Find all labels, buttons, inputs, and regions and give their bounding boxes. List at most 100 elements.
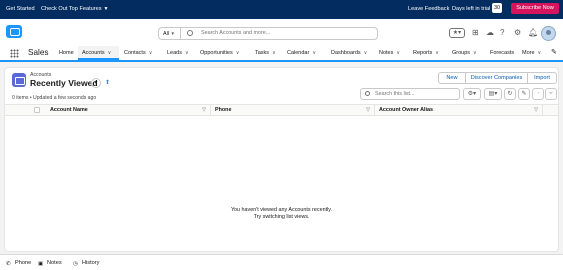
leave-feedback-link[interactable]: Leave Feedback <box>408 6 449 12</box>
nav-item-label: Forecasts <box>490 50 515 56</box>
column-label: Account Owner Alias <box>379 107 434 113</box>
refresh-icon[interactable]: ↻ <box>504 88 516 100</box>
empty-state-message: You haven't viewed any Accounts recently… <box>230 207 333 213</box>
chevron-down-icon[interactable]: ∨ <box>396 50 400 56</box>
utility-history-label: History <box>82 260 100 266</box>
get-started-link[interactable]: Get Started <box>6 6 35 12</box>
nav-item-label: Accounts <box>82 50 105 56</box>
trailhead-icon[interactable]: ☁ <box>486 28 494 38</box>
select-all-checkbox[interactable] <box>34 107 40 113</box>
nav-item-calendar[interactable]: Calendar ∨ <box>283 46 326 60</box>
utility-history[interactable]: ◷ History <box>73 260 99 267</box>
gear-icon[interactable]: ⚙ <box>514 28 521 38</box>
column-header-owner-alias[interactable]: Account Owner Alias ▽ <box>375 105 543 115</box>
history-icon: ◷ <box>73 261 78 267</box>
days-left-badge: 30 <box>492 3 502 13</box>
nav-item-label: Reports <box>413 50 433 56</box>
utility-notes[interactable]: ▣ Notes <box>38 260 62 267</box>
nav-item-home[interactable]: Home <box>55 46 77 60</box>
nav-item-leads[interactable]: Leads ∨ <box>163 46 195 60</box>
chevron-down-icon[interactable]: ∨ <box>108 50 112 56</box>
column-header-phone[interactable]: Phone ▽ <box>211 105 375 115</box>
global-search[interactable]: All ▼ Search Accounts and more... <box>158 27 378 40</box>
search-icon <box>187 30 193 36</box>
list-view-picker-icon[interactable]: ▼ <box>91 78 101 88</box>
chevron-down-icon[interactable]: ∨ <box>236 50 240 56</box>
chevron-down-icon[interactable]: ▽ <box>534 105 538 115</box>
help-icon[interactable]: ? <box>500 28 504 38</box>
nav-item-label: Home <box>59 50 74 56</box>
pin-icon[interactable]: ⬆ <box>105 79 110 86</box>
nav-item-reports[interactable]: Reports ∨ <box>409 46 447 60</box>
discover-companies-button[interactable]: Discover Companies <box>465 72 528 84</box>
list-search[interactable]: Search this list... <box>360 88 460 100</box>
subscribe-button[interactable]: Subscribe Now <box>511 3 559 14</box>
chevron-down-icon: ▼ <box>103 6 109 12</box>
table-header: Account Name ▽ Phone ▽ Account Owner Alias… <box>5 104 558 116</box>
chevron-down-icon[interactable]: ∨ <box>473 50 477 56</box>
display-as-table-icon[interactable]: ▤▾ <box>484 88 502 100</box>
filter-icon[interactable]: ⏷ <box>545 88 557 100</box>
edit-pencil-icon[interactable]: ✎ <box>518 88 530 100</box>
column-label: Account Name <box>50 107 88 113</box>
nav-item-more[interactable]: More ∨ <box>518 46 546 60</box>
chevron-down-icon[interactable]: ▽ <box>366 105 370 115</box>
edit-nav-icon[interactable]: ✎ <box>551 46 557 60</box>
app-name: Sales <box>28 48 49 57</box>
utility-phone[interactable]: ✆ Phone <box>6 260 31 267</box>
nav-item-tasks[interactable]: Tasks ∨ <box>251 46 282 60</box>
list-settings-gear-icon[interactable]: ⚙▾ <box>463 88 481 100</box>
app-launcher-icon[interactable] <box>10 49 19 58</box>
search-scope-label: All <box>163 31 169 37</box>
nav-item-accounts[interactable]: Accounts ∨ <box>78 46 119 60</box>
top-features-menu[interactable]: Check Out Top Features ▼ <box>41 6 108 12</box>
chevron-down-icon[interactable]: ∨ <box>312 50 316 56</box>
nav-item-label: Opportunities <box>200 50 233 56</box>
utility-bar: ✆ Phone ▣ Notes ◷ History <box>0 254 563 270</box>
nav-item-label: Leads <box>167 50 182 56</box>
nav-item-label: Contacts <box>124 50 146 56</box>
chevron-down-icon[interactable]: ∨ <box>364 50 368 56</box>
nav-item-label: More <box>522 50 535 56</box>
nav-item-label: Calendar <box>287 50 310 56</box>
empty-state-hint: Try switching list views. <box>253 214 310 220</box>
chevron-down-icon[interactable]: ∨ <box>538 50 542 56</box>
chevron-down-icon: ▼ <box>170 31 175 36</box>
new-button[interactable]: New <box>438 72 466 84</box>
list-meta: 0 items • Updated a few seconds ago <box>12 95 97 101</box>
empty-state: You haven't viewed any Accounts recently… <box>5 207 558 221</box>
column-label: Phone <box>215 107 232 113</box>
search-icon <box>365 91 370 96</box>
list-view-name[interactable]: Recently Viewed <box>30 78 98 88</box>
nav-item-notes[interactable]: Notes ∨ <box>375 46 408 60</box>
nav-item-groups[interactable]: Groups ∨ <box>448 46 485 60</box>
days-left-label: Days left in trial <box>452 6 491 12</box>
top-features-label: Check Out Top Features <box>41 6 102 12</box>
salesforce-logo[interactable] <box>6 25 22 38</box>
chevron-down-icon[interactable]: ▽ <box>202 105 206 115</box>
column-header-account-name[interactable]: Account Name ▽ <box>46 105 211 115</box>
notification-bell-icon[interactable]: 🔔︎ <box>528 28 538 38</box>
search-input[interactable]: Search Accounts and more... <box>201 28 270 39</box>
add-icon[interactable]: ⊞ <box>472 28 479 38</box>
favorites-button[interactable]: ★▾ <box>449 28 465 38</box>
nav-item-dashboards[interactable]: Dashboards ∨ <box>327 46 374 60</box>
utility-phone-label: Phone <box>15 260 32 266</box>
nav-item-label: Notes <box>379 50 394 56</box>
nav-item-forecasts[interactable]: Forecasts <box>486 46 517 60</box>
chevron-down-icon[interactable]: ∨ <box>435 50 439 56</box>
nav-item-label: Dashboards <box>331 50 361 56</box>
avatar[interactable] <box>541 26 556 41</box>
chevron-down-icon[interactable]: ∨ <box>149 50 153 56</box>
chart-icon[interactable]: ◔ <box>532 88 544 100</box>
utility-notes-label: Notes <box>47 260 62 266</box>
nav-item-contacts[interactable]: Contacts ∨ <box>120 46 162 60</box>
chevron-down-icon[interactable]: ∨ <box>272 50 276 56</box>
nav-item-label: Groups <box>452 50 471 56</box>
search-scope-select[interactable]: All ▼ <box>159 28 181 39</box>
import-button[interactable]: Import <box>527 72 557 84</box>
chevron-down-icon[interactable]: ∨ <box>185 50 189 56</box>
global-header: All ▼ Search Accounts and more... ★▾ ⊞ ☁… <box>0 19 563 46</box>
nav-item-opportunities[interactable]: Opportunities ∨ <box>196 46 250 60</box>
list-search-input[interactable]: Search this list... <box>375 89 415 99</box>
